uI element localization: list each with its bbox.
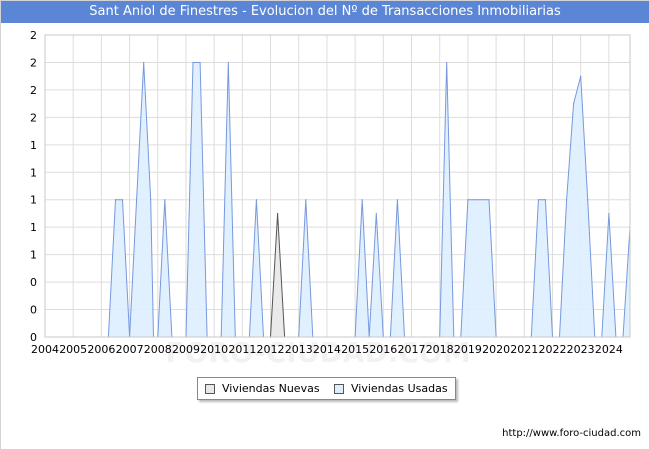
y-tick-label: 2: [30, 29, 37, 42]
x-tick-label: 2011: [228, 343, 256, 356]
y-tick-label: 1: [30, 221, 37, 234]
x-tick-label: 2005: [59, 343, 87, 356]
y-tick-label: 0: [30, 304, 37, 317]
area-viviendas-usadas-point: [150, 199, 152, 201]
legend-label-usadas: Viviendas Usadas: [351, 382, 448, 395]
area-viviendas-usadas-point: [136, 199, 138, 201]
x-tick-label: 2012: [257, 343, 285, 356]
x-tick-label: 2007: [116, 343, 144, 356]
area-viviendas-usadas-point: [396, 199, 399, 201]
area-viviendas-usadas-point: [573, 103, 575, 105]
area-viviendas-usadas-point: [467, 199, 469, 201]
area-viviendas-usadas-point: [199, 61, 201, 64]
series-viviendas-nuevas: [269, 212, 286, 338]
area-viviendas-usadas-point: [488, 199, 490, 201]
area-viviendas-usadas-point: [565, 199, 568, 201]
area-viviendas-usadas-point: [143, 61, 145, 64]
x-tick-label: 2019: [454, 343, 482, 356]
area-viviendas-usadas-point: [192, 61, 194, 64]
x-tick-label: 2006: [87, 343, 115, 356]
area-viviendas-usadas-point: [164, 199, 166, 201]
area-viviendas-usadas-point: [580, 75, 582, 77]
x-tick-label: 2014: [313, 343, 341, 356]
x-tick-label: 2008: [144, 343, 172, 356]
x-tick-label: 2023: [567, 343, 595, 356]
legend-label-nuevas: Viviendas Nuevas: [222, 382, 320, 395]
area-viviendas-usadas-point: [255, 199, 258, 201]
legend: Viviendas Nuevas Viviendas Usadas: [197, 377, 456, 400]
x-tick-label: 2013: [285, 343, 313, 356]
legend-item-nuevas: Viviendas Nuevas: [205, 382, 325, 396]
x-tick-label: 2009: [172, 343, 200, 356]
x-tick-label: 2016: [369, 343, 397, 356]
y-tick-label: 1: [30, 166, 37, 179]
area-viviendas-usadas-point: [544, 199, 547, 201]
area-viviendas-nuevas-point: [276, 212, 279, 215]
x-tick-label: 2010: [200, 343, 228, 356]
x-tick-label: 2024: [595, 343, 623, 356]
x-tick-label: 2015: [341, 343, 369, 356]
x-tick-label: 2004: [31, 343, 59, 356]
y-tick-label: 0: [30, 276, 37, 289]
area-viviendas-usadas-point: [537, 199, 539, 201]
area-viviendas-usadas-point: [227, 61, 229, 64]
y-tick-label: 2: [30, 56, 37, 69]
legend-swatch-usadas: [334, 384, 344, 394]
y-tick-label: 1: [30, 249, 37, 262]
area-viviendas-usadas-point: [361, 199, 363, 201]
y-tick-label: 1: [30, 139, 37, 152]
y-tick-label: 1: [30, 194, 37, 207]
y-tick-label: 2: [30, 111, 37, 124]
x-tick-label: 2017: [398, 343, 426, 356]
area-viviendas-usadas-point: [446, 61, 448, 64]
footer-url: http://www.foro-ciudad.com: [502, 428, 641, 439]
area-viviendas-usadas-point: [608, 212, 610, 215]
area-viviendas-nuevas: [269, 213, 286, 338]
area-viviendas-usadas-point: [587, 199, 589, 201]
area-viviendas-usadas-point: [305, 199, 307, 201]
x-tick-label: 2020: [482, 343, 510, 356]
legend-swatch-nuevas: [205, 384, 215, 394]
area-viviendas-usadas-point: [121, 199, 124, 201]
y-tick-label: 2: [30, 84, 37, 97]
area-viviendas-usadas-point: [474, 199, 476, 201]
area-viviendas-usadas-point: [375, 212, 377, 215]
y-axis-ticks: 000111112222: [30, 29, 37, 344]
x-tick-label: 2022: [538, 343, 566, 356]
area-viviendas-usadas-point: [481, 199, 483, 201]
x-tick-label: 2021: [510, 343, 538, 356]
x-tick-label: 2018: [426, 343, 454, 356]
x-axis-ticks: 2004 2005 2006 2007 2008 2009 2010 2011 2012 2013…: [31, 343, 623, 356]
legend-item-usadas: Viviendas Usadas: [334, 382, 452, 396]
area-viviendas-usadas-point: [114, 199, 117, 201]
